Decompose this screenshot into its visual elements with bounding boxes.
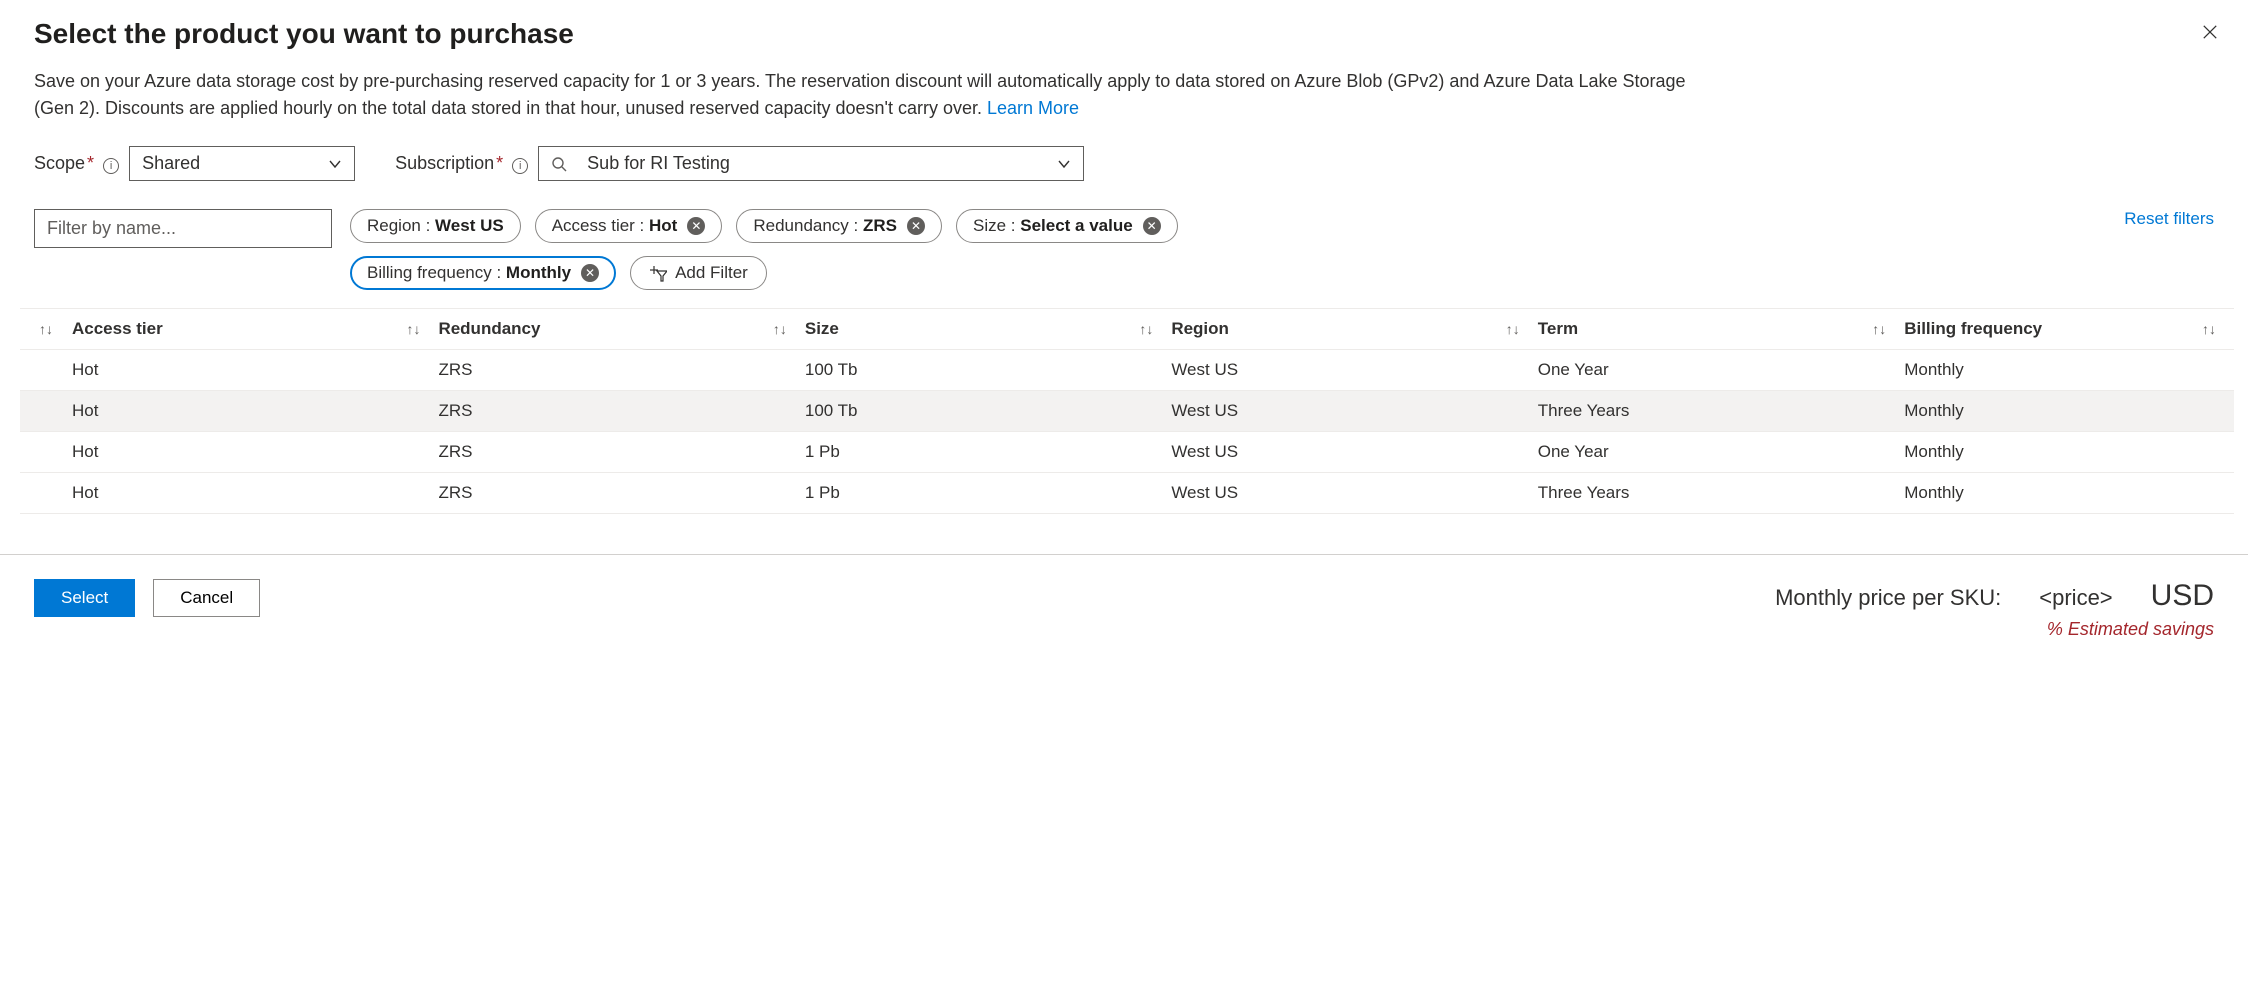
required-indicator: * [87,153,94,173]
col-size[interactable]: Size ↑↓ [805,319,1171,339]
cell-billing-frequency: Monthly [1904,360,2234,380]
cell-term: Three Years [1538,483,1904,503]
table-row[interactable]: Hot ZRS 1 Pb West US One Year Monthly [20,432,2234,473]
purchase-panel: Select the product you want to purchase … [0,0,2248,668]
cell-redundancy: ZRS [438,360,804,380]
sort-icon: ↑↓ [1506,321,1520,337]
cancel-button[interactable]: Cancel [153,579,260,617]
col-term[interactable]: Term ↑↓ [1538,319,1904,339]
chevron-down-icon [328,157,342,171]
subscription-label: Subscription* i [395,153,528,174]
add-filter-icon [649,264,667,282]
cell-term: Three Years [1538,401,1904,421]
cell-size: 1 Pb [805,483,1171,503]
scope-value: Shared [142,153,200,174]
info-icon[interactable]: i [103,158,119,174]
filter-pills-row-2: Billing frequency : Monthly ✕ Add Filter [350,256,2214,290]
add-filter-button[interactable]: Add Filter [630,256,767,290]
cell-billing-frequency: Monthly [1904,442,2234,462]
products-table: ↑↓ Access tier ↑↓ Redundancy ↑↓ Size ↑↓ … [20,308,2234,514]
cell-term: One Year [1538,360,1904,380]
chevron-down-icon [1057,157,1071,171]
search-icon [551,156,567,172]
select-button[interactable]: Select [34,579,135,617]
cell-billing-frequency: Monthly [1904,401,2234,421]
add-filter-label: Add Filter [675,263,748,283]
clear-filter-icon[interactable]: ✕ [907,217,925,235]
reset-filters-link[interactable]: Reset filters [2124,209,2214,229]
footer-actions: Select Cancel [34,579,260,617]
clear-filter-icon[interactable]: ✕ [581,264,599,282]
filter-pill-billing-frequency[interactable]: Billing frequency : Monthly ✕ [350,256,616,290]
row-sort-handle[interactable]: ↑↓ [20,321,72,337]
subscription-field: Subscription* i Sub for RI Testing [395,146,1084,181]
cell-access-tier: Hot [72,360,438,380]
filter-pill-redundancy[interactable]: Redundancy : ZRS ✕ [736,209,942,243]
subscription-dropdown[interactable]: Sub for RI Testing [538,146,1084,181]
subscription-value: Sub for RI Testing [587,153,730,174]
cell-access-tier: Hot [72,442,438,462]
page-description: Save on your Azure data storage cost by … [34,68,1694,122]
cell-redundancy: ZRS [438,401,804,421]
scope-field: Scope* i Shared [34,146,355,181]
estimated-savings: % Estimated savings [1775,619,2214,640]
filter-row: Region : West US Access tier : Hot ✕ Red… [34,209,2214,248]
sort-icon: ↑↓ [39,321,53,337]
filter-pill-size[interactable]: Size : Select a value ✕ [956,209,1178,243]
filter-by-name-input[interactable] [34,209,332,248]
cell-size: 100 Tb [805,360,1171,380]
sort-icon: ↑↓ [1139,321,1153,337]
cell-access-tier: Hot [72,401,438,421]
col-access-tier[interactable]: Access tier ↑↓ [72,319,438,339]
table-row[interactable]: Hot ZRS 1 Pb West US Three Years Monthly [20,473,2234,514]
price-value: <price> [2039,585,2112,611]
cell-billing-frequency: Monthly [1904,483,2234,503]
table-header: ↑↓ Access tier ↑↓ Redundancy ↑↓ Size ↑↓ … [20,308,2234,350]
sort-icon: ↑↓ [406,321,420,337]
price-currency: USD [2151,579,2214,613]
filter-pill-access-tier[interactable]: Access tier : Hot ✕ [535,209,723,243]
cell-region: West US [1171,483,1537,503]
sort-icon: ↑↓ [1872,321,1886,337]
col-redundancy[interactable]: Redundancy ↑↓ [438,319,804,339]
cell-redundancy: ZRS [438,442,804,462]
sort-icon: ↑↓ [773,321,787,337]
cell-size: 100 Tb [805,401,1171,421]
col-region[interactable]: Region ↑↓ [1171,319,1537,339]
clear-filter-icon[interactable]: ✕ [1143,217,1161,235]
learn-more-link[interactable]: Learn More [987,98,1079,118]
scope-label: Scope* i [34,153,119,174]
cell-term: One Year [1538,442,1904,462]
close-icon [2202,23,2218,41]
filter-pill-region[interactable]: Region : West US [350,209,521,243]
cell-access-tier: Hot [72,483,438,503]
required-indicator: * [496,153,503,173]
table-row[interactable]: Hot ZRS 100 Tb West US One Year Monthly [20,350,2234,391]
info-icon[interactable]: i [512,158,528,174]
description-text: Save on your Azure data storage cost by … [34,71,1686,118]
close-button[interactable] [2196,18,2224,46]
sort-icon: ↑↓ [2202,321,2216,337]
form-row: Scope* i Shared Subscription* i Sub for [34,146,2214,181]
footer: Select Cancel Monthly price per SKU: <pr… [0,554,2248,668]
filter-pills: Region : West US Access tier : Hot ✕ Red… [350,209,2106,243]
footer-price: Monthly price per SKU: <price> USD % Est… [1775,579,2214,640]
page-title: Select the product you want to purchase [34,18,2214,50]
scope-dropdown[interactable]: Shared [129,146,355,181]
table-row[interactable]: Hot ZRS 100 Tb West US Three Years Month… [20,391,2234,432]
cell-region: West US [1171,401,1537,421]
cell-size: 1 Pb [805,442,1171,462]
cell-redundancy: ZRS [438,483,804,503]
col-billing-frequency[interactable]: Billing frequency ↑↓ [1904,319,2234,339]
cell-region: West US [1171,442,1537,462]
cell-region: West US [1171,360,1537,380]
price-label: Monthly price per SKU: [1775,585,2001,611]
clear-filter-icon[interactable]: ✕ [687,217,705,235]
